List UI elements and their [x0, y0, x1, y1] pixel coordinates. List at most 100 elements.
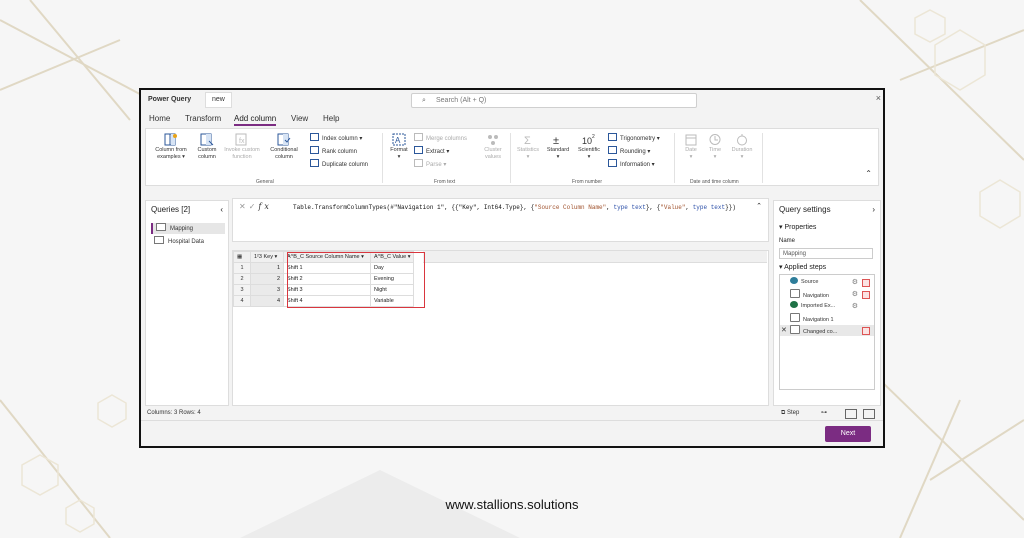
- table-row[interactable]: 1 1 Shift 1 Day: [233, 262, 415, 274]
- date-label: Date: [685, 147, 697, 153]
- date-button[interactable]: Date ▾: [680, 133, 702, 161]
- tab-add-column[interactable]: Add column: [234, 114, 277, 126]
- step-info-icon[interactable]: [862, 291, 870, 299]
- tab-transform[interactable]: Transform: [185, 114, 221, 123]
- gear-icon[interactable]: ⚙: [852, 301, 858, 312]
- formula-part: }}): [725, 204, 736, 211]
- file-name[interactable]: new: [205, 92, 232, 108]
- trigonometry-button[interactable]: Trigonometry ▾: [608, 133, 660, 143]
- cell-key[interactable]: 4: [250, 295, 284, 307]
- table-row[interactable]: 4 4 Shift 4 Variable: [233, 295, 415, 307]
- rounding-button[interactable]: Rounding ▾: [608, 146, 650, 156]
- cell-key[interactable]: 1: [250, 262, 284, 274]
- whole-number-type-icon[interactable]: 1²3: [254, 254, 262, 260]
- app-title: Power Query: [148, 96, 192, 103]
- close-icon[interactable]: ×: [876, 93, 881, 103]
- cancel-icon[interactable]: ✕: [239, 202, 249, 211]
- text-type-icon[interactable]: A^B_C: [287, 254, 304, 260]
- query-name-input[interactable]: Mapping: [779, 248, 873, 259]
- cell-source-column-name[interactable]: Shift 4: [283, 295, 371, 307]
- cell-key[interactable]: 2: [250, 273, 284, 285]
- group-from-text-label: From text: [434, 179, 456, 185]
- calendar-icon: [685, 134, 697, 146]
- website-caption: www.stallions.solutions: [445, 497, 579, 512]
- step-source[interactable]: Source ⚙: [780, 277, 874, 288]
- parse-button[interactable]: Parse ▾: [414, 159, 446, 169]
- query-item-mapping[interactable]: Mapping: [151, 223, 225, 234]
- duration-button[interactable]: Duration ▾: [728, 133, 756, 161]
- search-box[interactable]: ⌕ Search (Alt + Q): [411, 93, 697, 108]
- step-info-icon[interactable]: [862, 279, 870, 287]
- applied-steps-heading[interactable]: ▾ Applied steps: [779, 263, 826, 271]
- index-column-button[interactable]: Index column ▾: [310, 133, 362, 143]
- column-from-examples-button[interactable]: Column from examples ▾: [150, 133, 192, 161]
- scientific-button[interactable]: 10 2 Scientific ▾: [574, 133, 604, 161]
- schema-view-icon[interactable]: [863, 409, 875, 419]
- next-button[interactable]: Next: [825, 426, 871, 442]
- extract-button[interactable]: Extract ▾: [414, 146, 449, 156]
- tab-view[interactable]: View: [291, 114, 308, 123]
- chevron-right-icon[interactable]: ›: [872, 205, 875, 214]
- check-icon[interactable]: ✓: [249, 202, 259, 211]
- gear-icon[interactable]: ⚙: [852, 289, 858, 300]
- table-icon: [790, 289, 800, 298]
- select-all-icon[interactable]: ▦: [233, 251, 251, 263]
- formula-text[interactable]: Table.TransformColumnTypes(#"Navigation …: [293, 203, 748, 212]
- step-navigation-1[interactable]: Navigation 1: [780, 313, 874, 324]
- duplicate-column-button[interactable]: Duplicate column: [310, 159, 368, 169]
- index-column-icon: [310, 133, 319, 141]
- query-item-hospital-data[interactable]: Hospital Data: [151, 236, 223, 247]
- delete-step-icon[interactable]: ✕: [781, 325, 787, 336]
- filter-dropdown-icon[interactable]: ▾: [275, 254, 278, 260]
- properties-heading[interactable]: ▾ Properties: [779, 223, 816, 231]
- filter-dropdown-icon[interactable]: ▾: [361, 254, 364, 260]
- table-view-icon[interactable]: [845, 409, 857, 419]
- time-button[interactable]: Time ▾: [704, 133, 726, 161]
- query-settings-title: Query settings: [779, 205, 831, 214]
- chevron-up-icon[interactable]: ⌃: [756, 202, 762, 210]
- cell-value[interactable]: Evening: [369, 273, 415, 285]
- tab-help[interactable]: Help: [323, 114, 339, 123]
- fx-icon[interactable]: fx: [258, 202, 271, 211]
- column-header-key[interactable]: 1²3 Key ▾: [250, 251, 284, 263]
- merge-columns-button[interactable]: Merge columns: [414, 133, 467, 143]
- filter-dropdown-icon[interactable]: ▾: [408, 254, 411, 260]
- cell-key[interactable]: 3: [250, 284, 284, 296]
- cell-value[interactable]: Day: [369, 262, 415, 274]
- step-info-icon[interactable]: [862, 327, 870, 335]
- custom-column-button[interactable]: Custom column: [194, 133, 220, 161]
- cell-source-column-name[interactable]: Shift 1: [283, 262, 371, 274]
- conditional-column-button[interactable]: Conditional column: [264, 133, 304, 161]
- rank-column-button[interactable]: Rank column: [310, 146, 357, 156]
- query-settings-pane: Query settings › ▾ Properties Name Mappi…: [773, 200, 881, 406]
- cell-value[interactable]: Night: [369, 284, 415, 296]
- tab-home[interactable]: Home: [149, 114, 170, 123]
- text-type-icon[interactable]: A^B_C: [374, 254, 391, 260]
- column-header-source-column-name[interactable]: A^B_C Source Column Name ▾: [283, 251, 371, 263]
- step-button[interactable]: ⧉ Step: [781, 410, 799, 417]
- conditional-column-label: Conditional column: [270, 147, 298, 160]
- cell-value[interactable]: Variable: [369, 295, 415, 307]
- cell-source-column-name[interactable]: Shift 2: [283, 273, 371, 285]
- table-row[interactable]: 2 2 Shift 2 Evening: [233, 273, 415, 285]
- gear-icon[interactable]: ⚙: [852, 277, 858, 288]
- step-navigation[interactable]: Navigation ⚙: [780, 289, 874, 300]
- step-imported-excel[interactable]: Imported Ex... ⚙: [780, 301, 874, 312]
- formula-bar[interactable]: ✕✓fx Table.TransformColumnTypes(#"Naviga…: [232, 198, 769, 242]
- statistics-button[interactable]: Σ Statistics ▾: [514, 133, 542, 161]
- svg-text:Σ: Σ: [524, 135, 531, 146]
- invoke-custom-function-button[interactable]: fx Invoke custom function: [222, 133, 262, 161]
- step-changed-column-type[interactable]: ✕ Changed co...: [780, 325, 874, 336]
- standard-button[interactable]: ± Standard ▾: [544, 133, 572, 161]
- diagram-view-icon[interactable]: ⊶: [821, 409, 831, 417]
- excel-icon: [790, 301, 798, 308]
- cluster-values-button[interactable]: Cluster values: [480, 133, 506, 161]
- collapse-ribbon-icon[interactable]: ⌃: [865, 169, 872, 178]
- information-button[interactable]: Information ▾: [608, 159, 655, 169]
- column-header-value[interactable]: A^B_C Value ▾: [369, 251, 415, 263]
- chevron-left-icon[interactable]: ‹: [220, 205, 223, 214]
- cell-source-column-name[interactable]: Shift 3: [283, 284, 371, 296]
- table-row[interactable]: 3 3 Shift 3 Night: [233, 284, 415, 296]
- format-button[interactable]: A Format ▾: [386, 133, 412, 161]
- ribbon-separator: [382, 133, 383, 183]
